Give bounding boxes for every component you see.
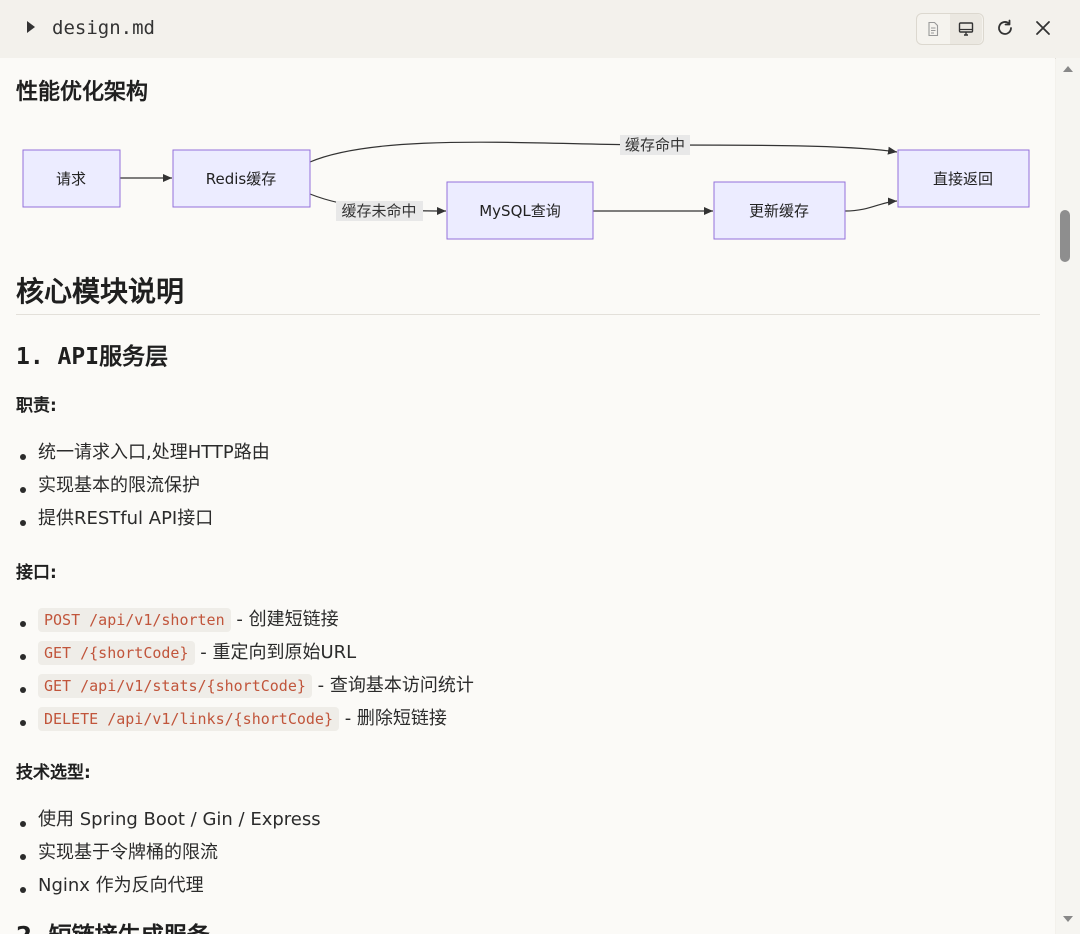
list-item: Nginx 作为反向代理 bbox=[16, 873, 321, 906]
edge-redis-return bbox=[309, 141, 898, 163]
document-icon bbox=[928, 21, 939, 37]
list-item: 实现基本的限流保护 bbox=[16, 473, 270, 506]
endpoint-code: GET /api/v1/stats/{shortCode} bbox=[38, 674, 312, 698]
edge-label-miss: 缓存未命中 bbox=[341, 202, 416, 220]
list-item: GET /{shortCode} - 重定向到原始URL bbox=[16, 640, 474, 673]
endpoint-code: GET /{shortCode} bbox=[38, 641, 195, 665]
node-mysql-query: MySQL查询 bbox=[446, 181, 594, 240]
list-item: 使用 Spring Boot / Gin / Express bbox=[16, 807, 321, 840]
list-item: DELETE /api/v1/links/{shortCode} - 删除短链接 bbox=[16, 706, 474, 739]
tech-stack-list: 使用 Spring Boot / Gin / Express 实现基于令牌桶的限… bbox=[16, 807, 321, 906]
node-redis-cache: Redis缓存 bbox=[172, 149, 311, 208]
markdown-preview: 性能优化架构 缓存命中 缓存未命中 请求 Redis缓存 MySQL查询 更新缓… bbox=[0, 58, 1055, 934]
preview-view-button[interactable] bbox=[950, 14, 982, 44]
endpoints-label: 接口: bbox=[16, 563, 57, 583]
endpoint-code: POST /api/v1/shorten bbox=[38, 608, 231, 632]
section-heading-api-layer: 1. API服务层 bbox=[16, 344, 169, 370]
endpoint-description: - 查询基本访问统计 bbox=[317, 675, 474, 696]
node-request-label: 请求 bbox=[56, 170, 86, 188]
list-item: GET /api/v1/stats/{shortCode} - 查询基本访问统计 bbox=[16, 673, 474, 706]
list-item: 统一请求入口,处理HTTP路由 bbox=[16, 440, 270, 473]
heading-divider bbox=[16, 314, 1040, 315]
file-name: design.md bbox=[52, 17, 155, 39]
monitor-icon bbox=[958, 22, 974, 36]
section-heading-core-modules: 核心模块说明 bbox=[16, 275, 185, 308]
duties-label: 职责: bbox=[16, 396, 57, 416]
tech-stack-label: 技术选型: bbox=[16, 763, 91, 783]
section-heading-performance: 性能优化架构 bbox=[16, 80, 149, 105]
list-item: POST /api/v1/shorten - 创建短链接 bbox=[16, 607, 474, 640]
node-update-label: 更新缓存 bbox=[749, 202, 809, 220]
view-mode-toggle bbox=[916, 13, 984, 45]
node-direct-return: 直接返回 bbox=[897, 149, 1030, 208]
edge-label-hit: 缓存命中 bbox=[625, 136, 685, 154]
vertical-scrollbar[interactable] bbox=[1056, 58, 1080, 934]
scroll-up-arrow-icon[interactable] bbox=[1063, 66, 1073, 72]
endpoint-description: - 重定向到原始URL bbox=[200, 642, 357, 663]
endpoint-description: - 创建短链接 bbox=[236, 609, 339, 630]
node-update-cache: 更新缓存 bbox=[713, 181, 846, 240]
close-icon bbox=[1036, 21, 1050, 35]
endpoints-list: POST /api/v1/shorten - 创建短链接 GET /{short… bbox=[16, 607, 474, 739]
scroll-down-arrow-icon[interactable] bbox=[1063, 916, 1073, 922]
close-button[interactable] bbox=[1030, 15, 1056, 41]
title-bar: design.md bbox=[0, 0, 1080, 59]
node-mysql-label: MySQL查询 bbox=[479, 202, 561, 220]
duties-list: 统一请求入口,处理HTTP路由 实现基本的限流保护 提供RESTful API接… bbox=[16, 440, 270, 539]
source-view-button[interactable] bbox=[917, 14, 949, 44]
section-heading-shortlink-service: 2. 短链接生成服务 bbox=[16, 916, 210, 934]
node-return-label: 直接返回 bbox=[933, 170, 993, 188]
refresh-icon bbox=[998, 19, 1012, 35]
caret-right-icon[interactable] bbox=[27, 21, 35, 33]
list-item: 提供RESTful API接口 bbox=[16, 506, 270, 539]
endpoint-code: DELETE /api/v1/links/{shortCode} bbox=[38, 707, 339, 731]
node-request: 请求 bbox=[22, 149, 121, 208]
endpoint-description: - 删除短链接 bbox=[344, 708, 447, 729]
edge-update-return bbox=[844, 197, 898, 212]
refresh-button[interactable] bbox=[992, 15, 1018, 41]
scroll-thumb[interactable] bbox=[1060, 210, 1070, 262]
list-item: 实现基于令牌桶的限流 bbox=[16, 840, 321, 873]
node-redis-label: Redis缓存 bbox=[206, 170, 276, 188]
cache-flowchart: 缓存命中 缓存未命中 请求 Redis缓存 MySQL查询 更新缓存 直接返回 bbox=[22, 135, 1030, 240]
